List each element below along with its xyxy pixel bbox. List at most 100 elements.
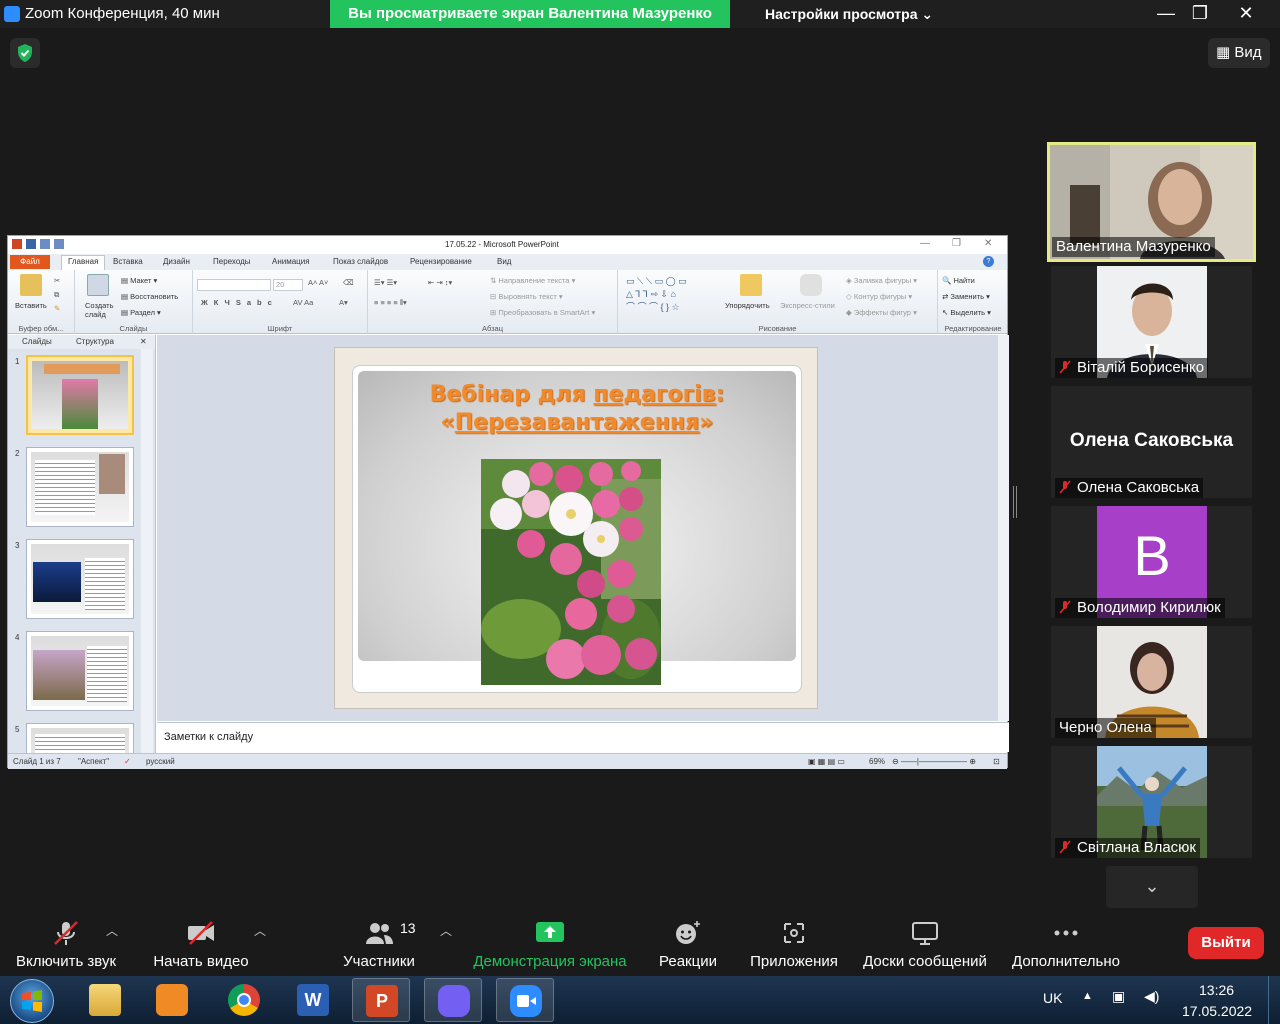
thumbnail-scrollbar[interactable] xyxy=(141,349,153,753)
taskbar-powerpoint[interactable]: P xyxy=(352,978,410,1022)
undo-icon[interactable] xyxy=(40,239,50,249)
paste-button[interactable]: Вставить xyxy=(15,301,47,310)
spellcheck-icon[interactable]: ✓ xyxy=(124,757,131,766)
restore-button[interactable]: ❐ xyxy=(1178,0,1222,28)
align-text-button[interactable]: ⊟ Выровнять текст ▾ xyxy=(490,292,563,301)
split-view-handle[interactable] xyxy=(1013,486,1017,518)
view-settings-dropdown[interactable]: Настройки просмотра ⌄ xyxy=(765,6,933,23)
shape-fill-button[interactable]: ◈ Заливка фигуры ▾ xyxy=(846,276,917,285)
participants-options-caret[interactable]: ︿ xyxy=(436,910,456,976)
ppt-minimize-button[interactable]: — xyxy=(920,238,930,249)
copy-icon[interactable]: ⧉ xyxy=(54,290,59,300)
tab-slides[interactable]: Слайды xyxy=(22,337,52,346)
participant-tile-active-speaker[interactable]: Валентина Мазуренко xyxy=(1047,142,1256,262)
fit-slide-icon[interactable]: ⊡ xyxy=(993,757,1000,766)
apple-blossom-photo[interactable] xyxy=(481,459,661,685)
taskbar-media-player[interactable] xyxy=(143,978,201,1022)
tab-animation[interactable]: Анимация xyxy=(272,257,310,266)
format-painter-icon[interactable]: ✎ xyxy=(54,304,60,313)
tab-insert[interactable]: Вставка xyxy=(113,257,143,266)
ppt-maximize-button[interactable]: ❐ xyxy=(952,238,961,249)
whiteboards-button[interactable]: Доски сообщений xyxy=(858,910,992,976)
clock-time[interactable]: 13:26 xyxy=(1199,982,1234,998)
leave-meeting-button[interactable]: Выйти xyxy=(1188,927,1264,959)
encryption-shield-icon[interactable] xyxy=(10,38,40,68)
paste-icon[interactable] xyxy=(20,274,42,296)
participant-tile[interactable]: B Володимир Кирилюк xyxy=(1051,506,1252,618)
zoom-slider[interactable]: ⊖ ——|—————— ⊕ xyxy=(892,757,976,766)
current-slide[interactable]: Вебінар для педагогів: «Перезавантаження… xyxy=(334,347,818,709)
grow-font-icon[interactable]: A˄ A˅ xyxy=(308,278,328,287)
participant-tile[interactable]: Олена Саковська Олена Саковська xyxy=(1051,386,1252,498)
text-direction-button[interactable]: ⇅ Направление текста ▾ xyxy=(490,276,575,285)
new-slide-icon[interactable] xyxy=(87,274,109,296)
taskbar-viber[interactable] xyxy=(424,978,482,1022)
audio-options-caret[interactable]: ︿ xyxy=(102,910,122,976)
slide-thumbnail-4[interactable] xyxy=(26,631,134,711)
ppt-close-button[interactable]: ✕ xyxy=(984,238,992,249)
show-hidden-icons-icon[interactable]: ▲ xyxy=(1082,990,1093,1002)
language-indicator[interactable]: UK xyxy=(1043,990,1062,1006)
layout-button[interactable]: ▤ Макет ▾ xyxy=(121,276,157,285)
smartart-button[interactable]: ⊞ Преобразовать в SmartArt ▾ xyxy=(490,308,595,317)
font-size-field[interactable]: 20 xyxy=(273,279,303,291)
video-options-caret[interactable]: ︿ xyxy=(250,910,270,976)
shapes-gallery[interactable]: ▭ ⟍ ⟍ ▭ ◯ ▭ △ ⅂ ⅂ ⇨ ⇩ ⌂ ⌒ ⌒ ⌒ { } ☆ xyxy=(626,275,687,314)
bullets-icon[interactable]: ☰▾ ☰▾ xyxy=(374,278,397,287)
clear-format-icon[interactable]: ⌫ xyxy=(343,278,354,287)
font-style-buttons[interactable]: ЖКЧSabc xyxy=(201,298,278,307)
apps-button[interactable]: Приложения xyxy=(746,910,842,976)
tab-file[interactable]: Файл xyxy=(10,255,50,269)
arrange-icon[interactable] xyxy=(740,274,762,296)
share-screen-button[interactable]: Демонстрация экрана xyxy=(468,910,632,976)
shape-outline-button[interactable]: ◇ Контур фигуры ▾ xyxy=(846,292,912,301)
scroll-participants-down-button[interactable]: ⌄ xyxy=(1106,866,1198,908)
tab-home[interactable]: Главная xyxy=(61,255,106,270)
font-color-icon[interactable]: A▾ xyxy=(339,298,348,307)
tab-transitions[interactable]: Переходы xyxy=(213,257,251,266)
quick-styles-button[interactable]: Экспресс-стили xyxy=(780,301,835,310)
slide-title[interactable]: Вебінар для педагогів: «Перезавантаження… xyxy=(358,381,796,437)
view-buttons[interactable]: ▣ ▦ ▤ ▭ xyxy=(808,757,845,766)
slide-thumbnail-3[interactable] xyxy=(26,539,134,619)
replace-button[interactable]: ⇄ Заменить ▾ xyxy=(942,292,990,301)
tab-slideshow[interactable]: Показ слайдов xyxy=(333,257,388,266)
view-layout-button[interactable]: ▦ Вид xyxy=(1208,38,1270,68)
notes-panel[interactable]: Заметки к слайду xyxy=(157,722,1009,752)
close-pane-icon[interactable]: ✕ xyxy=(140,337,147,346)
participant-tile[interactable]: Черно Олена xyxy=(1051,626,1252,738)
align-buttons[interactable]: ≡ ≡ ≡ ≡ ⫴▾ xyxy=(374,298,407,308)
cut-icon[interactable]: ✂ xyxy=(54,276,60,285)
editor-scrollbar[interactable] xyxy=(998,335,1009,721)
tab-view[interactable]: Вид xyxy=(497,257,511,266)
start-video-button[interactable]: Начать видео xyxy=(145,910,257,976)
taskbar-chrome[interactable] xyxy=(215,978,273,1022)
new-slide-button[interactable]: Создать слайд xyxy=(85,301,115,319)
network-icon[interactable]: ▣ xyxy=(1112,988,1125,1005)
tab-outline[interactable]: Структура xyxy=(76,337,114,346)
help-icon[interactable]: ? xyxy=(983,256,994,267)
start-button[interactable] xyxy=(10,979,54,1023)
tab-design[interactable]: Дизайн xyxy=(163,257,190,266)
slide-thumbnail-1[interactable] xyxy=(26,355,134,435)
font-name-field[interactable] xyxy=(197,279,271,291)
participant-tile[interactable]: Світлана Власюк xyxy=(1051,746,1252,858)
shape-effects-button[interactable]: ◆ Эффекты фигур ▾ xyxy=(846,308,917,317)
section-button[interactable]: ▤ Раздел ▾ xyxy=(121,308,161,317)
slide-thumbnail-5[interactable] xyxy=(26,723,134,753)
find-button[interactable]: 🔍 Найти xyxy=(942,276,975,285)
indent-icon[interactable]: ⇤ ⇥ ↕▾ xyxy=(428,278,452,287)
select-button[interactable]: ↖ Выделить ▾ xyxy=(942,308,991,317)
show-desktop-button[interactable] xyxy=(1268,976,1280,1024)
participants-button[interactable]: 13 Участники xyxy=(330,910,428,976)
more-button[interactable]: Дополнительно xyxy=(1006,910,1126,976)
reset-button[interactable]: ▤ Восстановить xyxy=(121,292,178,301)
spacing-icon[interactable]: AV Aa xyxy=(293,298,313,307)
arrange-button[interactable]: Упорядочить xyxy=(725,301,770,310)
tab-review[interactable]: Рецензирование xyxy=(410,257,472,266)
clock-date[interactable]: 17.05.2022 xyxy=(1182,1003,1252,1019)
reactions-button[interactable]: Реакции xyxy=(652,910,724,976)
taskbar-explorer[interactable] xyxy=(76,978,134,1022)
participant-tile[interactable]: Віталій Борисенко xyxy=(1051,266,1252,378)
quick-styles-icon[interactable] xyxy=(800,274,822,296)
